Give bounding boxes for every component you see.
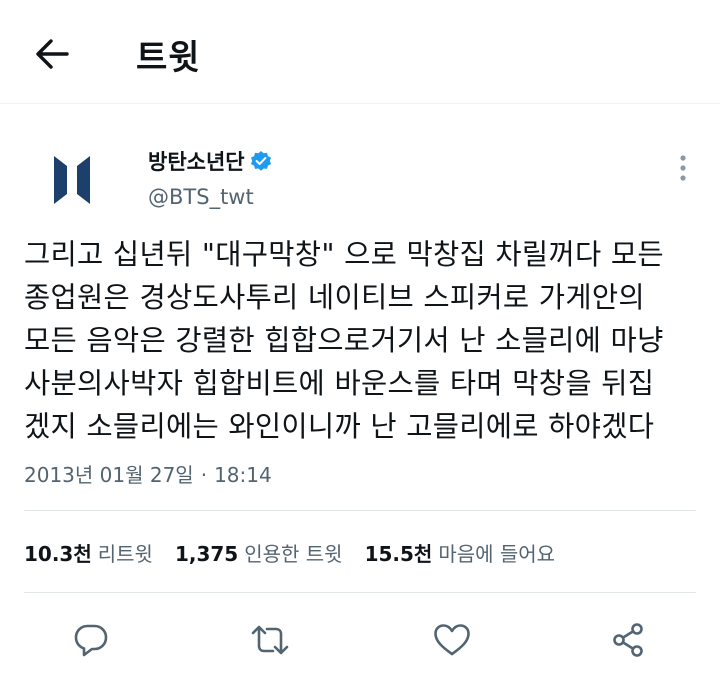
tweet-author: 방탄소년단 @BTS_twt bbox=[0, 128, 720, 228]
display-name[interactable]: 방탄소년단 bbox=[148, 146, 245, 176]
divider bbox=[24, 510, 696, 511]
retweet-icon bbox=[251, 625, 289, 655]
user-handle[interactable]: @BTS_twt bbox=[148, 185, 254, 209]
likes-stat[interactable]: 15.5천 마음에 들어요 bbox=[365, 538, 556, 567]
share-icon bbox=[613, 623, 643, 657]
tweet-date: 2013년 01월 27일 bbox=[24, 463, 194, 487]
reply-button[interactable] bbox=[69, 618, 113, 662]
tweet-line: 그리고 십년뒤 "대구막창" 으로 막창집 차릴꺼다 모든 bbox=[24, 238, 664, 271]
tweet-line: 겠지 소믈리에는 와인이니까 난 고믈리에로 하야겠다 bbox=[24, 410, 655, 443]
timestamp-separator: · bbox=[200, 463, 208, 487]
back-button[interactable] bbox=[28, 32, 76, 76]
tweet-time: 18:14 bbox=[214, 463, 272, 487]
quote-count: 1,375 bbox=[174, 542, 239, 566]
tweet-timestamp[interactable]: 2013년 01월 27일 · 18:14 bbox=[24, 459, 272, 488]
divider bbox=[24, 592, 696, 593]
like-icon bbox=[434, 624, 470, 656]
tweet-line: 모든 음악은 강렬한 힙합으로거기서 난 소믈리에 마냥 bbox=[24, 324, 664, 357]
tweet-line: 사분의사박자 힙합비트에 바운스를 타며 막창을 뒤집 bbox=[24, 367, 655, 400]
page-title: 트윗 bbox=[136, 38, 201, 78]
tweet-text: 그리고 십년뒤 "대구막창" 으로 막창집 차릴꺼다 모든종업원은 경상도사투리… bbox=[24, 233, 696, 448]
quote-label: 인용한 트윗 bbox=[244, 542, 343, 566]
arrow-left-icon bbox=[36, 39, 69, 69]
name-row[interactable]: 방탄소년단 bbox=[148, 146, 272, 176]
more-vertical-icon bbox=[680, 155, 686, 181]
share-button[interactable] bbox=[606, 618, 650, 662]
like-label: 마음에 들어요 bbox=[438, 542, 556, 566]
like-count: 15.5천 bbox=[364, 542, 433, 566]
reply-icon bbox=[74, 624, 108, 657]
tweet-line: 종업원은 경상도사투리 네이티브 스피커로 가게안의 bbox=[24, 281, 645, 314]
tweet-stats: 10.3천 리트윗 1,375 인용한 트윗 15.5천 마음에 들어요 bbox=[24, 538, 577, 567]
retweets-stat[interactable]: 10.3천 리트윗 bbox=[24, 538, 153, 567]
top-bar: 트윗 bbox=[0, 0, 720, 104]
bts-logo-icon bbox=[54, 156, 90, 204]
avatar[interactable] bbox=[40, 148, 104, 212]
quotes-stat[interactable]: 1,375 인용한 트윗 bbox=[175, 538, 343, 567]
retweet-button[interactable] bbox=[248, 618, 292, 662]
retweet-count: 10.3천 bbox=[24, 542, 92, 566]
verified-badge-icon bbox=[250, 150, 272, 172]
retweet-label: 리트윗 bbox=[97, 542, 153, 566]
like-button[interactable] bbox=[430, 618, 474, 662]
more-options-button[interactable] bbox=[668, 146, 698, 190]
tweet-actions bbox=[0, 612, 720, 668]
